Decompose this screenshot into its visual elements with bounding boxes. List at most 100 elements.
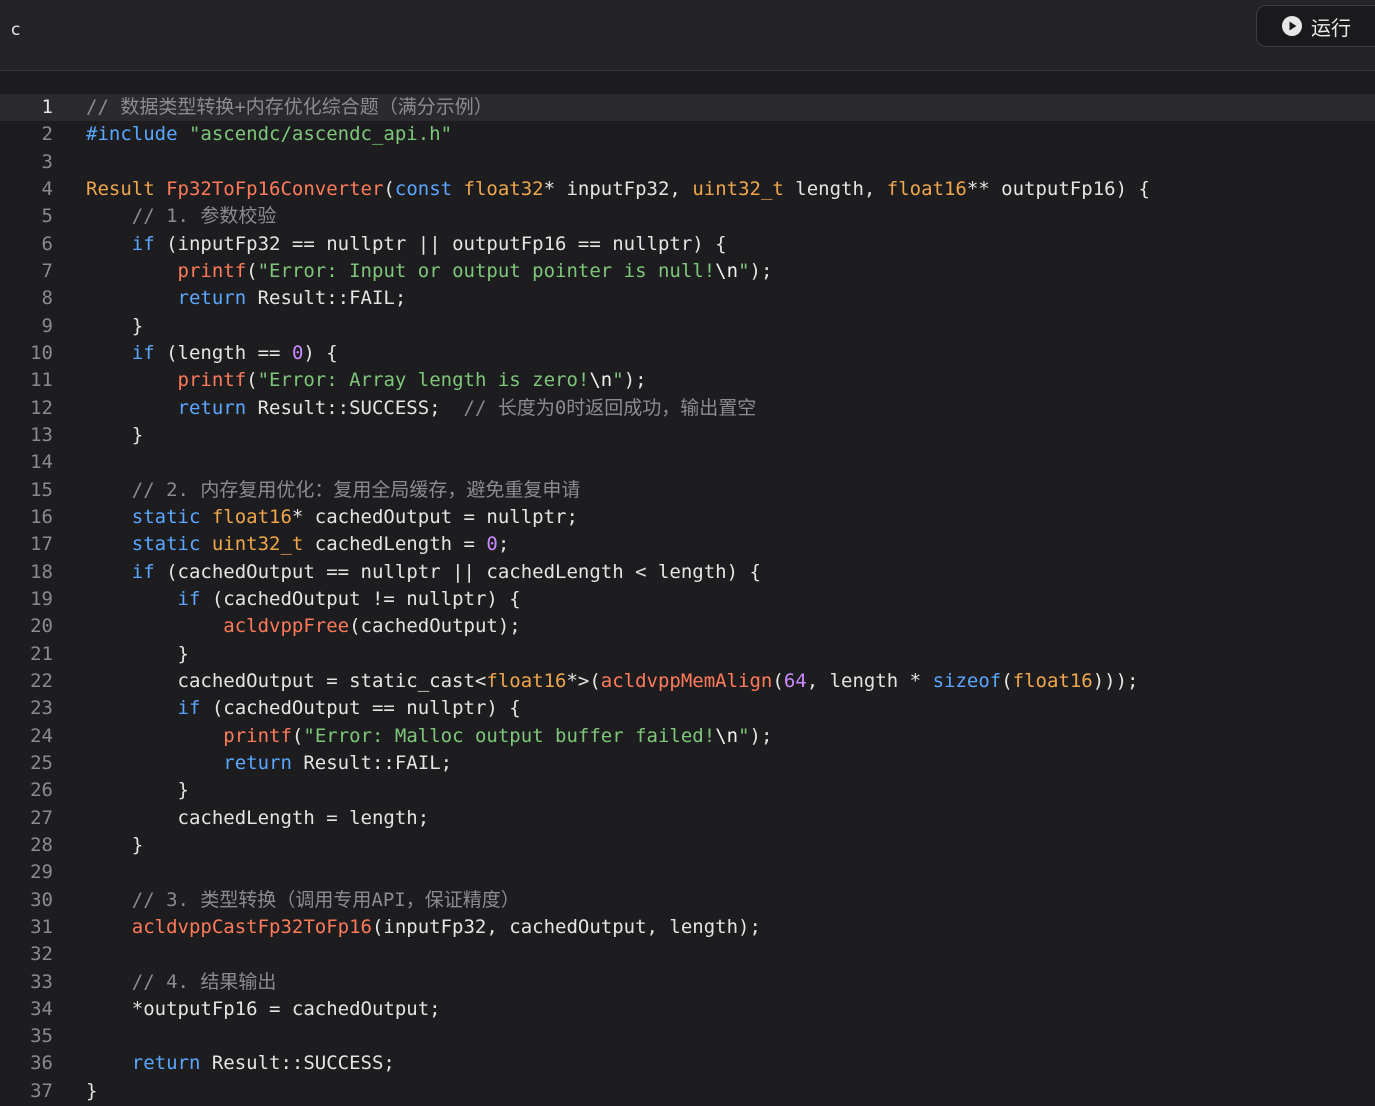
code-token: ;	[497, 533, 510, 556]
code-text: static float16* cachedOutput = nullptr;	[86, 504, 578, 531]
code-token: "ascendc/ascendc_api.h"	[188, 123, 453, 146]
code-text: }	[86, 832, 143, 859]
line-number: 29	[30, 861, 53, 884]
code-text: printf("Error: Input or output pointer i…	[86, 258, 773, 285]
code-text: #include "ascendc/ascendc_api.h"	[86, 121, 452, 148]
line-number: 12	[30, 396, 53, 419]
code-editor[interactable]: 1 // 数据类型转换+内存优化综合题（满分示例） 2 #include "ascen…	[0, 94, 1375, 1105]
line-number: 11	[30, 369, 53, 392]
code-text: printf("Error: Malloc output buffer fail…	[86, 723, 772, 750]
code-text: // 4. 结果输出	[86, 969, 277, 996]
code-text: return Result::SUCCESS; // 长度为0时返回成功，输出置…	[86, 395, 757, 422]
code-token: return	[177, 396, 247, 419]
line-number: 27	[30, 806, 53, 829]
line-number: 4	[41, 177, 53, 200]
code-token: static	[131, 505, 212, 528]
run-button[interactable]: 运行	[1256, 5, 1375, 47]
code-token: const	[394, 177, 464, 200]
code-token: if	[131, 232, 155, 255]
line-number: 7	[41, 259, 53, 282]
code-token: printf	[177, 259, 247, 282]
line-number: 13	[30, 423, 53, 446]
code-text: if (length == 0) {	[86, 340, 338, 367]
code-token: Fp32ToFp16Converter	[166, 177, 384, 200]
code-token: 64	[783, 669, 807, 692]
code-text: Result Fp32ToFp16Converter(const float32…	[86, 176, 1150, 203]
code-line: 25 return Result::FAIL;	[0, 750, 1375, 777]
code-token: (	[291, 724, 304, 747]
line-number: 6	[41, 232, 53, 255]
code-text: if (cachedOutput == nullptr || cachedLen…	[86, 559, 761, 586]
code-token: (inputFp32, cachedOutput, length);	[371, 915, 761, 938]
code-line: 14	[0, 449, 1375, 476]
code-token: , length *	[806, 669, 933, 692]
code-token: return	[177, 287, 247, 310]
code-token: if	[131, 560, 155, 583]
play-icon	[1281, 15, 1303, 37]
code-token: cachedLength = length;	[86, 806, 430, 829]
code-token: if	[131, 341, 155, 364]
code-token: return	[223, 751, 292, 774]
code-text: return Result::FAIL;	[86, 750, 452, 777]
code-text: if (inputFp32 == nullptr || outputFp16 =…	[86, 231, 727, 258]
code-line: 3	[0, 149, 1375, 176]
code-token: 0	[291, 341, 304, 364]
code-token: 0	[486, 533, 498, 556]
code-text: // 1. 参数校验	[86, 203, 277, 230]
code-line: 17 static uint32_t cachedLength = 0;	[0, 531, 1375, 558]
code-token: *>(	[566, 669, 601, 692]
line-number: 9	[41, 314, 53, 337]
line-number: 36	[30, 1052, 53, 1075]
code-token: #include	[86, 123, 189, 146]
code-token: (inputFp32 == nullptr || outputFp16 == n…	[154, 232, 727, 255]
code-line: 36 return Result::SUCCESS;	[0, 1050, 1375, 1077]
code-token: \n	[715, 724, 739, 747]
line-number: 20	[30, 615, 53, 638]
code-token: if	[177, 697, 201, 720]
code-line: 31 acldvppCastFp32ToFp16(inputFp32, cach…	[0, 914, 1375, 941]
code-text: return Result::FAIL;	[86, 285, 407, 312]
line-number: 22	[30, 669, 53, 692]
code-token: (	[383, 177, 395, 200]
line-number: 31	[30, 915, 53, 938]
code-token: float32	[463, 177, 544, 200]
code-token: float16	[211, 505, 292, 528]
line-number: 2	[41, 123, 53, 146]
run-label: 运行	[1311, 15, 1351, 40]
code-token: Result::SUCCESS;	[246, 396, 464, 419]
code-token: (cachedOutput == nullptr || cachedLength…	[154, 560, 761, 583]
code-line: 32	[0, 941, 1375, 968]
code-line: 10 if (length == 0) {	[0, 340, 1375, 367]
code-token: (	[246, 259, 258, 282]
code-line: 23 if (cachedOutput == nullptr) {	[0, 695, 1375, 722]
code-text: }	[86, 641, 189, 668]
code-text: }	[86, 777, 189, 804]
code-text: cachedLength = length;	[86, 805, 430, 832]
line-number: 18	[30, 560, 53, 583]
code-token: // 数据类型转换+内存优化综合题（满分示例）	[86, 96, 493, 118]
line-number: 30	[30, 888, 53, 911]
code-token: }	[86, 779, 189, 802]
code-token: );	[749, 259, 773, 282]
code-token: "	[738, 259, 750, 282]
code-text: // 3. 类型转换（调用专用API，保证精度）	[86, 887, 520, 914]
code-token: (	[772, 669, 784, 692]
code-token: }	[86, 423, 144, 446]
code-token: return	[131, 1052, 201, 1075]
code-text: // 2. 内存复用优化：复用全局缓存，避免重复申请	[86, 477, 581, 504]
line-number: 16	[30, 505, 53, 528]
code-line: 26 }	[0, 777, 1375, 804]
code-line: 2 #include "ascendc/ascendc_api.h"	[0, 121, 1375, 148]
line-number: 15	[30, 478, 53, 501]
code-line: 20 acldvppFree(cachedOutput);	[0, 613, 1375, 640]
code-token: *outputFp16 = cachedOutput;	[86, 997, 441, 1020]
code-token: cachedOutput = static_cast<	[86, 669, 487, 692]
